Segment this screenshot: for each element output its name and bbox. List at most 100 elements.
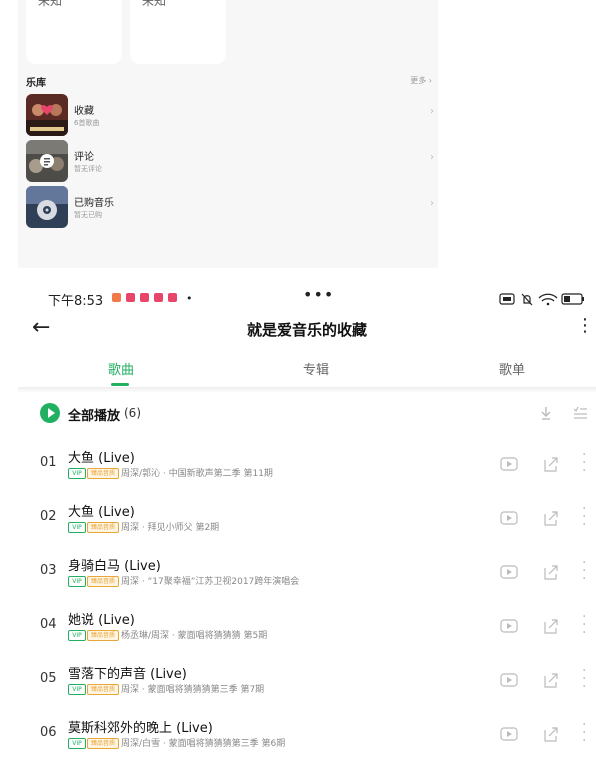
page-header: ← 就是爱音乐的收藏 ⋮ xyxy=(18,309,596,349)
card-label: 未知 xyxy=(38,0,63,8)
song-index: 01 xyxy=(40,455,57,470)
song-title: 雪落下的声音 (Live) xyxy=(68,667,187,682)
chevron-right-icon: › xyxy=(430,152,434,163)
song-row[interactable]: 06 莫斯科郊外的晚上 (Live) VIP 臻品音质 周深/白雪 · 蒙面唱将… xyxy=(18,707,596,761)
system-icons xyxy=(498,291,588,306)
share-icon[interactable] xyxy=(542,617,560,635)
tab-songs[interactable]: 歌曲 xyxy=(108,359,134,378)
status-dot: • xyxy=(186,292,193,305)
song-subtitle: 周深 · “17聚幸福”江苏卫视2017跨年演唱会 xyxy=(121,577,300,587)
more-vertical-icon[interactable]: · · · xyxy=(582,664,586,694)
download-icon[interactable] xyxy=(538,405,554,421)
vip-badge: VIP xyxy=(68,522,86,533)
play-all-label: 全部播放 xyxy=(68,409,121,424)
status-bar: 下午8:53 • ••• xyxy=(18,285,596,309)
library-item-comments[interactable]: 评论 暂无评论 › xyxy=(26,140,438,182)
more-vertical-icon[interactable]: · · · xyxy=(582,556,586,586)
library-item-purchased[interactable]: 已购音乐 暂无已购 › xyxy=(26,186,438,228)
tab-playlists[interactable]: 歌单 xyxy=(499,359,525,378)
library-item-subtitle: 暂无评论 xyxy=(74,165,102,173)
share-icon[interactable] xyxy=(542,509,560,527)
library-more-link[interactable]: 更多 › xyxy=(410,75,432,86)
song-title: 莫斯科郊外的晚上 (Live) xyxy=(68,721,213,736)
share-icon[interactable] xyxy=(542,725,560,743)
library-item-label: 评论 xyxy=(74,152,94,163)
hq-badge: 臻品音质 xyxy=(87,468,119,479)
chevron-right-icon: › xyxy=(430,198,434,209)
vip-badge: VIP xyxy=(68,468,86,479)
divider xyxy=(18,387,596,393)
chevron-right-icon: › xyxy=(430,106,434,117)
favorites-screen: 下午8:53 • ••• ← 就是爱音乐的收藏 ⋮ 歌曲 专辑 歌单 全部播放 … xyxy=(18,285,596,767)
overflow-dots-icon: ••• xyxy=(303,285,335,304)
library-item-label: 已购音乐 xyxy=(74,198,114,209)
library-item-subtitle: 6首歌曲 xyxy=(74,119,100,127)
purchased-cover-image xyxy=(26,186,68,228)
more-vertical-icon[interactable]: · · · xyxy=(582,610,586,640)
play-video-icon[interactable] xyxy=(500,455,518,473)
more-vertical-icon[interactable]: ⋮ xyxy=(576,315,594,336)
library-item-subtitle: 暂无已购 xyxy=(74,211,102,219)
song-title: 她说 (Live) xyxy=(68,613,135,628)
play-video-icon[interactable] xyxy=(500,671,518,689)
song-subtitle: 杨丞琳/周深 · 蒙面唱将猜猜猜 第5期 xyxy=(121,631,268,641)
hq-badge: 臻品音质 xyxy=(87,738,119,749)
notification-icon xyxy=(168,293,177,302)
song-row[interactable]: 05 雪落下的声音 (Live) VIP 臻品音质 周深 · 蒙面唱将猜猜猜第三… xyxy=(18,653,596,707)
page-title: 就是爱音乐的收藏 xyxy=(246,321,367,339)
vip-badge: VIP xyxy=(68,576,86,587)
notification-icon xyxy=(126,293,135,302)
wifi-icon xyxy=(538,293,558,306)
play-video-icon[interactable] xyxy=(500,563,518,581)
more-vertical-icon[interactable]: · · · xyxy=(582,718,586,748)
more-vertical-icon[interactable]: · · · xyxy=(582,448,586,478)
notification-icon xyxy=(154,293,163,302)
card-label: 未知 xyxy=(142,0,167,8)
song-row[interactable]: 03 身骑白马 (Live) VIP 臻品音质 周深 · “17聚幸福”江苏卫视… xyxy=(18,545,596,599)
favorites-cover-image xyxy=(26,94,68,136)
vip-badge: VIP xyxy=(68,630,86,641)
status-time: 下午8:53 xyxy=(48,294,104,309)
tab-bar: 歌曲 专辑 歌单 xyxy=(18,353,596,389)
song-index: 05 xyxy=(40,671,57,686)
hq-badge: 臻品音质 xyxy=(87,684,119,695)
song-row[interactable]: 04 她说 (Live) VIP 臻品音质 杨丞琳/周深 · 蒙面唱将猜猜猜 第… xyxy=(18,599,596,653)
song-row[interactable]: 02 大鱼 (Live) VIP 臻品音质 周深 · 拜见小师父 第2期 · · · xyxy=(18,491,596,545)
play-all-row[interactable]: 全部播放 (6) xyxy=(18,395,596,431)
vpn-icon xyxy=(499,293,515,305)
library-title: 乐库 xyxy=(26,78,46,89)
play-video-icon[interactable] xyxy=(500,725,518,743)
hq-badge: 臻品音质 xyxy=(87,630,119,641)
song-row[interactable]: 01 大鱼 (Live) VIP 臻品音质 周深/郭沁 · 中国新歌声第二季 第… xyxy=(18,437,596,491)
song-subtitle: 周深/白雪 · 蒙面唱将猜猜猜第三季 第6期 xyxy=(121,739,286,749)
comments-cover-image xyxy=(26,140,68,182)
tab-albums[interactable]: 专辑 xyxy=(303,359,329,378)
more-vertical-icon[interactable]: · · · xyxy=(582,502,586,532)
song-subtitle: 周深 · 蒙面唱将猜猜猜第三季 第7期 xyxy=(121,685,265,695)
library-panel: 未知 未知 乐库 更多 › 收藏 6首歌曲 › 评论 暂无评论 › 已购音乐 暂… xyxy=(18,0,438,268)
unknown-card[interactable]: 未知 xyxy=(26,0,122,64)
song-index: 06 xyxy=(40,725,57,740)
unknown-card[interactable]: 未知 xyxy=(130,0,226,64)
song-subtitle: 周深/郭沁 · 中国新歌声第二季 第11期 xyxy=(121,469,273,479)
notification-icon xyxy=(112,293,121,302)
play-all-count: (6) xyxy=(124,406,141,420)
battery-icon xyxy=(561,293,584,305)
song-index: 04 xyxy=(40,617,57,632)
share-icon[interactable] xyxy=(542,671,560,689)
song-title: 大鱼 (Live) xyxy=(68,451,135,466)
notification-icon xyxy=(140,293,149,302)
vip-badge: VIP xyxy=(68,684,86,695)
library-item-label: 收藏 xyxy=(74,106,94,117)
play-video-icon[interactable] xyxy=(500,617,518,635)
mute-bell-icon xyxy=(521,293,533,306)
play-video-icon[interactable] xyxy=(500,509,518,527)
share-icon[interactable] xyxy=(542,455,560,473)
song-index: 03 xyxy=(40,563,57,578)
song-index: 02 xyxy=(40,509,57,524)
multi-select-icon[interactable] xyxy=(572,405,588,421)
vip-badge: VIP xyxy=(68,738,86,749)
share-icon[interactable] xyxy=(542,563,560,581)
play-all-icon[interactable] xyxy=(40,403,60,423)
library-item-favorites[interactable]: 收藏 6首歌曲 › xyxy=(26,94,438,136)
